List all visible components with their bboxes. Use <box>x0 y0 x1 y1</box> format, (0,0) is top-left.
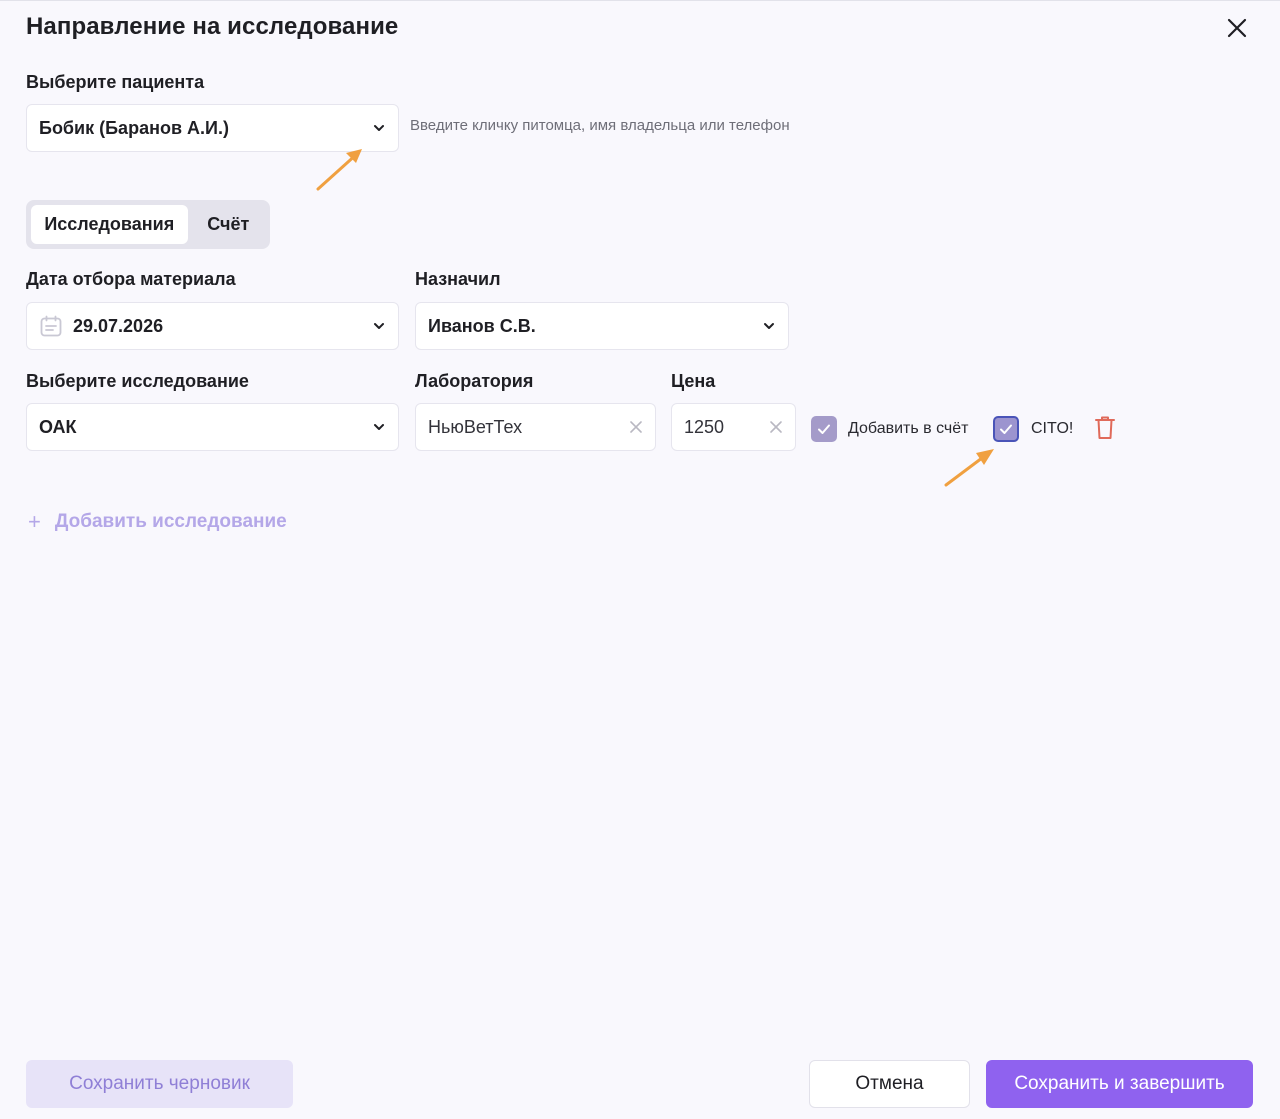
check-icon <box>818 424 830 434</box>
assigned-by-select[interactable]: Иванов С.В. <box>415 302 789 350</box>
tabs: Исследования Счёт <box>26 200 270 249</box>
cito-label: CITO! <box>1031 420 1074 437</box>
calendar-icon <box>40 315 62 337</box>
sample-date-value: 29.07.2026 <box>73 315 164 336</box>
chevron-down-icon <box>374 323 384 329</box>
save-draft-button[interactable]: Сохранить черновик <box>26 1060 293 1108</box>
cancel-button[interactable]: Отмена <box>809 1060 970 1108</box>
plus-icon: + <box>28 509 41 534</box>
study-label: Выберите исследование <box>26 371 249 391</box>
clear-icon[interactable] <box>629 420 643 434</box>
dialog-title: Направление на исследование <box>26 13 399 40</box>
price-value: 1250 <box>684 416 725 437</box>
close-icon[interactable] <box>1224 15 1250 41</box>
study-referral-dialog: Направление на исследование Выберите пац… <box>0 0 1280 1119</box>
chevron-down-icon <box>374 125 384 131</box>
patient-select[interactable]: Бобик (Баранов А.И.) <box>26 104 399 152</box>
add-to-invoice-label: Добавить в счёт <box>848 420 969 437</box>
annotation-arrow-icon <box>944 449 994 487</box>
add-study-label: Добавить исследование <box>54 511 287 532</box>
tab-studies[interactable]: Исследования <box>31 205 188 244</box>
laboratory-input[interactable]: НьюВетТех <box>415 403 656 451</box>
price-label: Цена <box>671 371 716 391</box>
save-and-finish-button[interactable]: Сохранить и завершить <box>986 1060 1253 1108</box>
patient-hint: Введите кличку питомца, имя владельца ил… <box>410 117 790 134</box>
laboratory-value: НьюВетТех <box>428 416 523 437</box>
chevron-down-icon <box>764 323 774 329</box>
study-select[interactable]: ОАК <box>26 403 399 451</box>
chevron-down-icon <box>374 424 384 430</box>
add-to-invoice-checkbox[interactable] <box>811 416 837 442</box>
clear-icon[interactable] <box>769 420 783 434</box>
sample-date-label: Дата отбора материала <box>26 269 236 289</box>
patient-value: Бобик (Баранов А.И.) <box>39 117 229 138</box>
study-value: ОАК <box>39 416 77 437</box>
tab-invoice[interactable]: Счёт <box>192 205 265 244</box>
trash-icon[interactable] <box>1094 415 1116 441</box>
patient-label: Выберите пациента <box>26 72 205 92</box>
cito-checkbox[interactable] <box>993 416 1019 442</box>
price-input[interactable]: 1250 <box>671 403 796 451</box>
assigned-by-label: Назначил <box>415 269 501 289</box>
laboratory-label: Лаборатория <box>415 371 534 391</box>
assigned-by-value: Иванов С.В. <box>428 315 536 336</box>
add-study-button[interactable]: + Добавить исследование <box>28 509 287 535</box>
check-icon <box>1000 424 1012 434</box>
sample-date-picker[interactable]: 29.07.2026 <box>26 302 399 350</box>
